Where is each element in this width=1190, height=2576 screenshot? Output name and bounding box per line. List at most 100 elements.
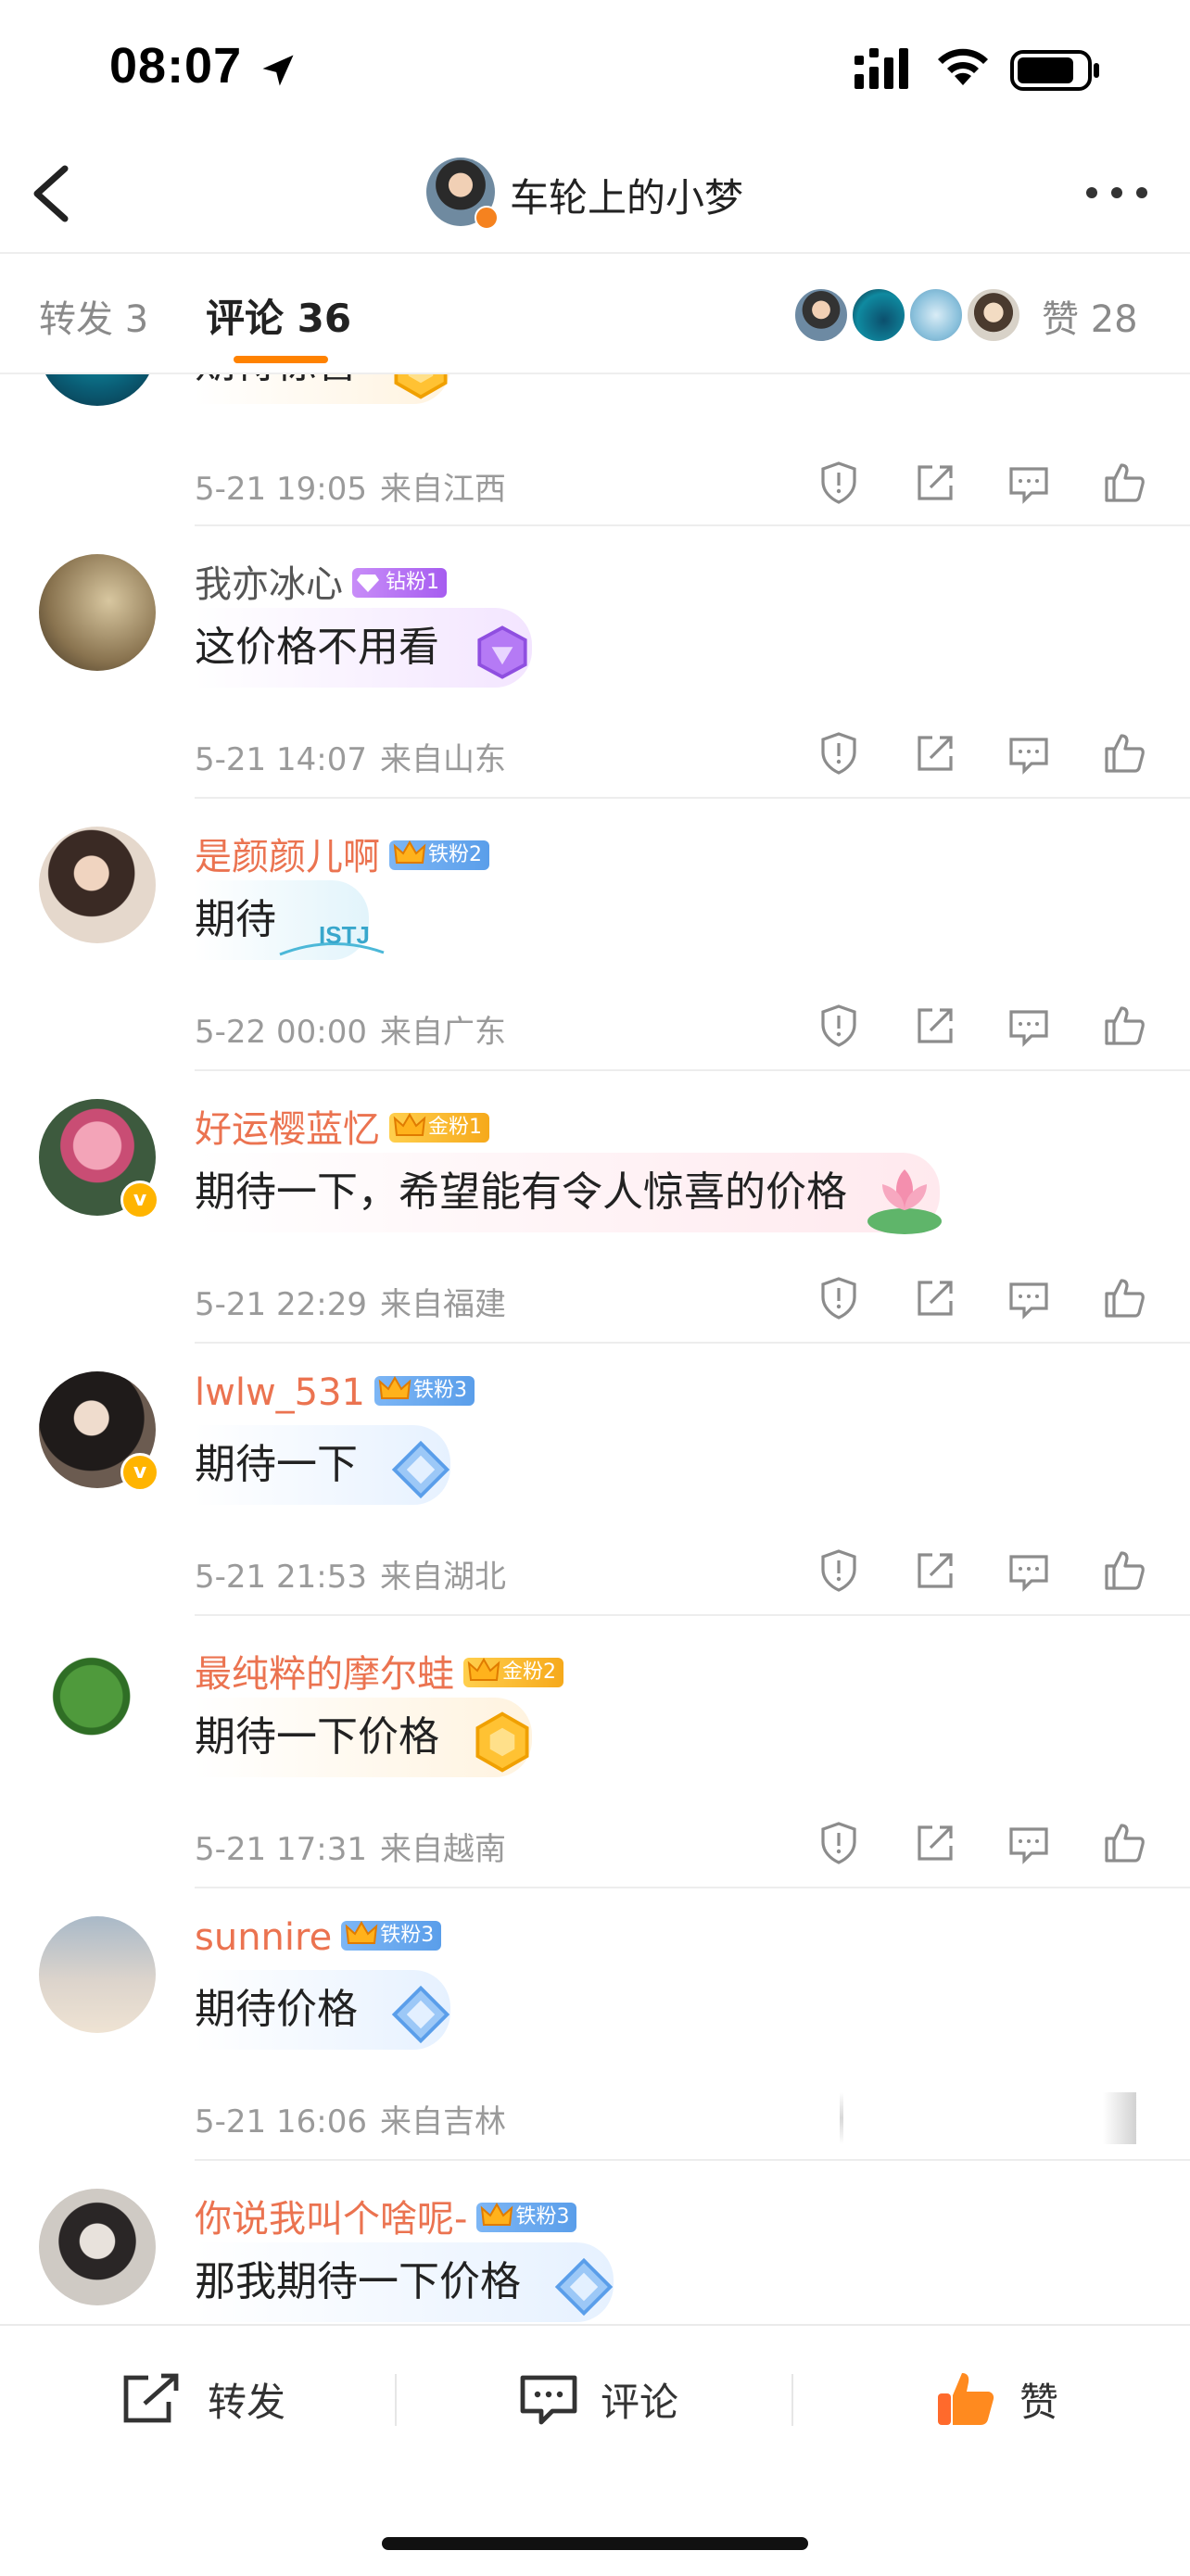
report-icon[interactable]: [816, 1275, 862, 1321]
liker-avatars[interactable]: [793, 287, 1021, 343]
commenter-name[interactable]: 好运樱蓝忆 金粉1: [195, 1099, 489, 1153]
commenter-name[interactable]: 我亦冰心 钻粉1: [195, 554, 447, 608]
share-icon[interactable]: [912, 1275, 958, 1321]
fan-badge-label: 钻粉1: [386, 571, 439, 594]
commenter-avatar[interactable]: [39, 827, 156, 943]
liker-avatar: [966, 287, 1021, 343]
diamond-icon: [357, 575, 379, 592]
comment-time: 5-21 21:53: [195, 1559, 367, 1596]
commenter-name[interactable]: 你说我叫个啥呢- 铁粉3: [195, 2189, 577, 2242]
tab-comments[interactable]: 评论 36: [206, 287, 351, 344]
iron-fan-sticker-icon: [391, 1985, 450, 2044]
commenter-avatar[interactable]: [39, 1644, 156, 1761]
comment-list: 期待惊喜 5-21 19:05 来自江西 我亦冰心 钻粉1 这价格不用看 5-21 …: [0, 373, 1190, 2322]
comment-text: 期待一下价格: [195, 1698, 532, 1777]
reply-icon[interactable]: [1006, 460, 1052, 506]
bottom-action-bar: 转发 评论 赞: [0, 2324, 1190, 2576]
comment-time: 5-21 22:29: [195, 1286, 367, 1323]
crown-icon: [393, 840, 426, 864]
comment-meta: 5-21 19:05 来自江西: [195, 463, 506, 509]
post-tabs: 转发 3 评论 36 赞 28: [0, 254, 1190, 374]
share-icon[interactable]: [912, 460, 958, 506]
reply-icon[interactable]: [1006, 1003, 1052, 1049]
commenter-avatar[interactable]: [39, 2189, 156, 2305]
like-icon[interactable]: [1101, 1003, 1147, 1049]
commenter-name[interactable]: sunnire 铁粉3: [195, 1916, 442, 1959]
report-icon[interactable]: [816, 1820, 862, 1866]
diamond-fan-sticker-icon: [477, 625, 527, 679]
repost-button[interactable]: 转发: [120, 2367, 285, 2431]
iron-fan-sticker-icon: [391, 1440, 450, 1499]
crown-icon: [481, 2203, 513, 2226]
reply-icon[interactable]: [1006, 1820, 1052, 1866]
commenter-name[interactable]: 是颜颜儿啊 铁粉2: [195, 827, 489, 880]
verified-badge-icon: v: [120, 1453, 159, 1492]
comment-location: 来自吉林: [379, 2103, 506, 2140]
comment-button[interactable]: 评论: [519, 2367, 678, 2431]
like-icon[interactable]: [1101, 1547, 1147, 1594]
thumbs-up-icon: [938, 2373, 994, 2425]
like-icon[interactable]: [1101, 730, 1147, 777]
comment-text: 期待惊喜: [195, 373, 450, 404]
fan-badge: 金粉2: [463, 1658, 563, 1687]
liker-avatar: [908, 287, 964, 343]
commenter-name-text: sunnire: [195, 1916, 333, 1959]
like-icon[interactable]: [1101, 1820, 1147, 1866]
verified-badge-icon: [475, 206, 499, 230]
back-arrow-icon[interactable]: [28, 163, 74, 224]
comment-text-content: 期待: [195, 896, 276, 943]
reply-icon[interactable]: [1006, 730, 1052, 777]
commenter-avatar[interactable]: [39, 554, 156, 671]
report-icon[interactable]: [816, 460, 862, 506]
wifi-icon: [938, 48, 988, 85]
comment-separator: [195, 524, 1190, 526]
cellular-signal-icon: [855, 48, 908, 89]
status-time: 08:07: [109, 38, 243, 94]
like-button[interactable]: 赞: [934, 2367, 1058, 2431]
divider: [395, 2374, 397, 2426]
comment-meta: 5-22 00:00 来自广东: [195, 1006, 506, 1052]
report-icon[interactable]: [816, 1547, 862, 1594]
commenter-name-text: 你说我叫个啥呢-: [195, 2198, 468, 2241]
reply-icon[interactable]: [1006, 1547, 1052, 1594]
commenter-avatar[interactable]: [39, 373, 156, 406]
loading-placeholder: [1103, 2092, 1136, 2144]
comment-actions: [816, 730, 1168, 782]
like-icon[interactable]: [1101, 1275, 1147, 1321]
comment-text-content: 期待一下，希望能有令人惊喜的价格: [195, 1168, 847, 1216]
report-icon[interactable]: [816, 1003, 862, 1049]
comment-separator: [195, 1887, 1190, 1888]
report-icon[interactable]: [816, 730, 862, 777]
comment-actions: [816, 1547, 1168, 1599]
more-options-icon[interactable]: [1084, 185, 1149, 200]
crown-icon: [393, 1113, 426, 1136]
home-indicator: [382, 2537, 808, 2550]
fan-badge-label: 金粉1: [428, 1116, 482, 1139]
commenter-name-text: 我亦冰心: [195, 563, 343, 606]
comment-location: 来自湖北: [379, 1559, 506, 1596]
comment-location: 来自福建: [379, 1286, 506, 1323]
commenter-name-text: lwlw_531: [195, 1371, 366, 1414]
comment-meta: 5-21 14:07 来自山东: [195, 734, 506, 779]
fan-badge: 钻粉1: [352, 568, 447, 598]
comment-text: 期待一下: [195, 1425, 450, 1505]
istj-sticker-icon: ISTJ: [279, 921, 385, 956]
share-icon[interactable]: [912, 1003, 958, 1049]
comment-actions: [816, 1275, 1168, 1327]
share-icon[interactable]: [912, 730, 958, 777]
share-icon[interactable]: [912, 1820, 958, 1866]
commenter-name[interactable]: lwlw_531 铁粉3: [195, 1371, 475, 1414]
nav-bar: 车轮上的小梦: [0, 139, 1190, 254]
share-icon[interactable]: [912, 1547, 958, 1594]
commenter-avatar[interactable]: [39, 1916, 156, 2033]
tab-repost[interactable]: 转发 3: [39, 289, 148, 343]
commenter-name[interactable]: 最纯粹的摩尔蛙 金粉2: [195, 1644, 563, 1698]
tab-likes[interactable]: 赞 28: [1042, 289, 1138, 343]
loading-placeholder: [840, 2092, 843, 2144]
reply-icon[interactable]: [1006, 1275, 1052, 1321]
comment-text: 期待价格: [195, 1970, 450, 2050]
like-icon[interactable]: [1101, 460, 1147, 506]
repost-icon: [123, 2373, 179, 2423]
author-name[interactable]: 车轮上的小梦: [510, 167, 743, 223]
crown-icon: [345, 1921, 378, 1944]
